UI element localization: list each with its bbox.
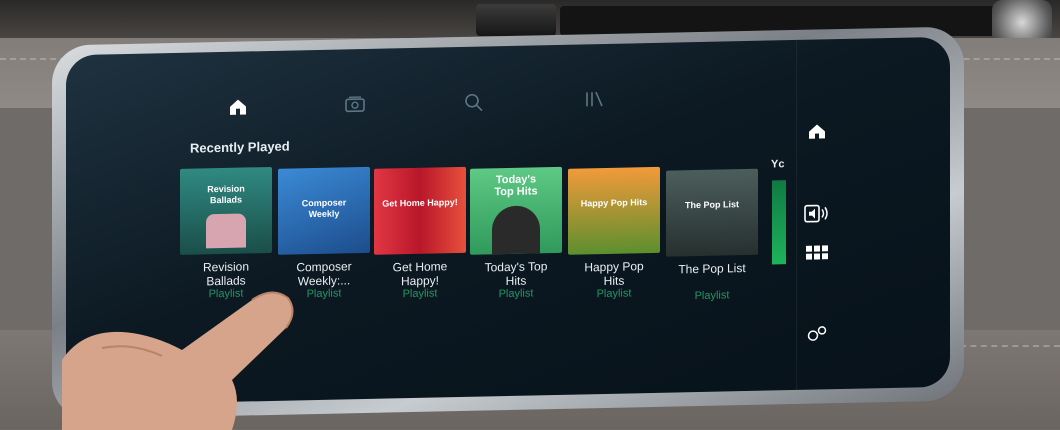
artwork-label: Happy Pop Hits bbox=[568, 197, 660, 210]
playlist-artwork: Revision Ballads bbox=[180, 167, 272, 255]
playlist-card[interactable]: Today's Top Hits Today's Top Hits Playli… bbox=[468, 167, 564, 302]
playlist-artwork: The Pop List bbox=[666, 169, 758, 257]
playlist-card[interactable]: Happy Pop Hits Happy Pop Hits Playlist bbox=[566, 167, 662, 302]
playlist-artwork: Composer Weekly bbox=[278, 167, 370, 255]
stitching bbox=[960, 345, 1060, 347]
artwork-label: Get Home Happy! bbox=[374, 197, 466, 210]
artwork-label: Composer Weekly bbox=[278, 197, 370, 221]
vent-control bbox=[476, 4, 556, 36]
home-icon[interactable] bbox=[808, 123, 826, 144]
library-icon[interactable] bbox=[584, 90, 604, 108]
settings-icon[interactable] bbox=[806, 325, 828, 346]
home-icon[interactable] bbox=[228, 97, 248, 115]
artwork-label: The Pop List bbox=[666, 199, 758, 212]
playlist-type: Playlist bbox=[664, 289, 760, 304]
playlist-card[interactable]: Get Home Happy! Get Home Happy! Playlist bbox=[372, 167, 468, 302]
artwork-figure bbox=[206, 213, 246, 248]
search-icon[interactable] bbox=[464, 93, 484, 113]
playlist-type: Playlist bbox=[372, 287, 468, 302]
artwork-label: Revision Ballads bbox=[180, 183, 272, 207]
playlist-title: Today's Top Hits bbox=[468, 259, 564, 289]
playlist-artwork: Get Home Happy! bbox=[374, 167, 466, 255]
partial-playlist-artwork[interactable] bbox=[772, 180, 786, 264]
playlist-title: Get Home Happy! bbox=[372, 259, 468, 289]
playlist-card[interactable]: The Pop List The Pop List Playlist bbox=[664, 169, 760, 304]
section-title: Recently Played bbox=[190, 139, 290, 156]
playlist-title: The Pop List bbox=[664, 261, 760, 277]
side-divider bbox=[796, 40, 797, 390]
playlist-type: Playlist bbox=[566, 287, 662, 302]
next-section-label: Yc bbox=[771, 158, 784, 170]
artwork-figure bbox=[492, 205, 540, 254]
playlist-type: Playlist bbox=[468, 287, 564, 302]
audio-source-icon[interactable] bbox=[804, 203, 830, 229]
playlist-artwork: Happy Pop Hits bbox=[568, 167, 660, 255]
artwork-label: Today's Top Hits bbox=[470, 173, 562, 199]
hand-touching-screen bbox=[62, 270, 382, 430]
browse-icon[interactable] bbox=[344, 95, 366, 113]
apps-grid-icon[interactable] bbox=[806, 245, 828, 264]
playlist-title: Happy Pop Hits bbox=[566, 259, 662, 289]
playlist-artwork: Today's Top Hits bbox=[470, 167, 562, 255]
